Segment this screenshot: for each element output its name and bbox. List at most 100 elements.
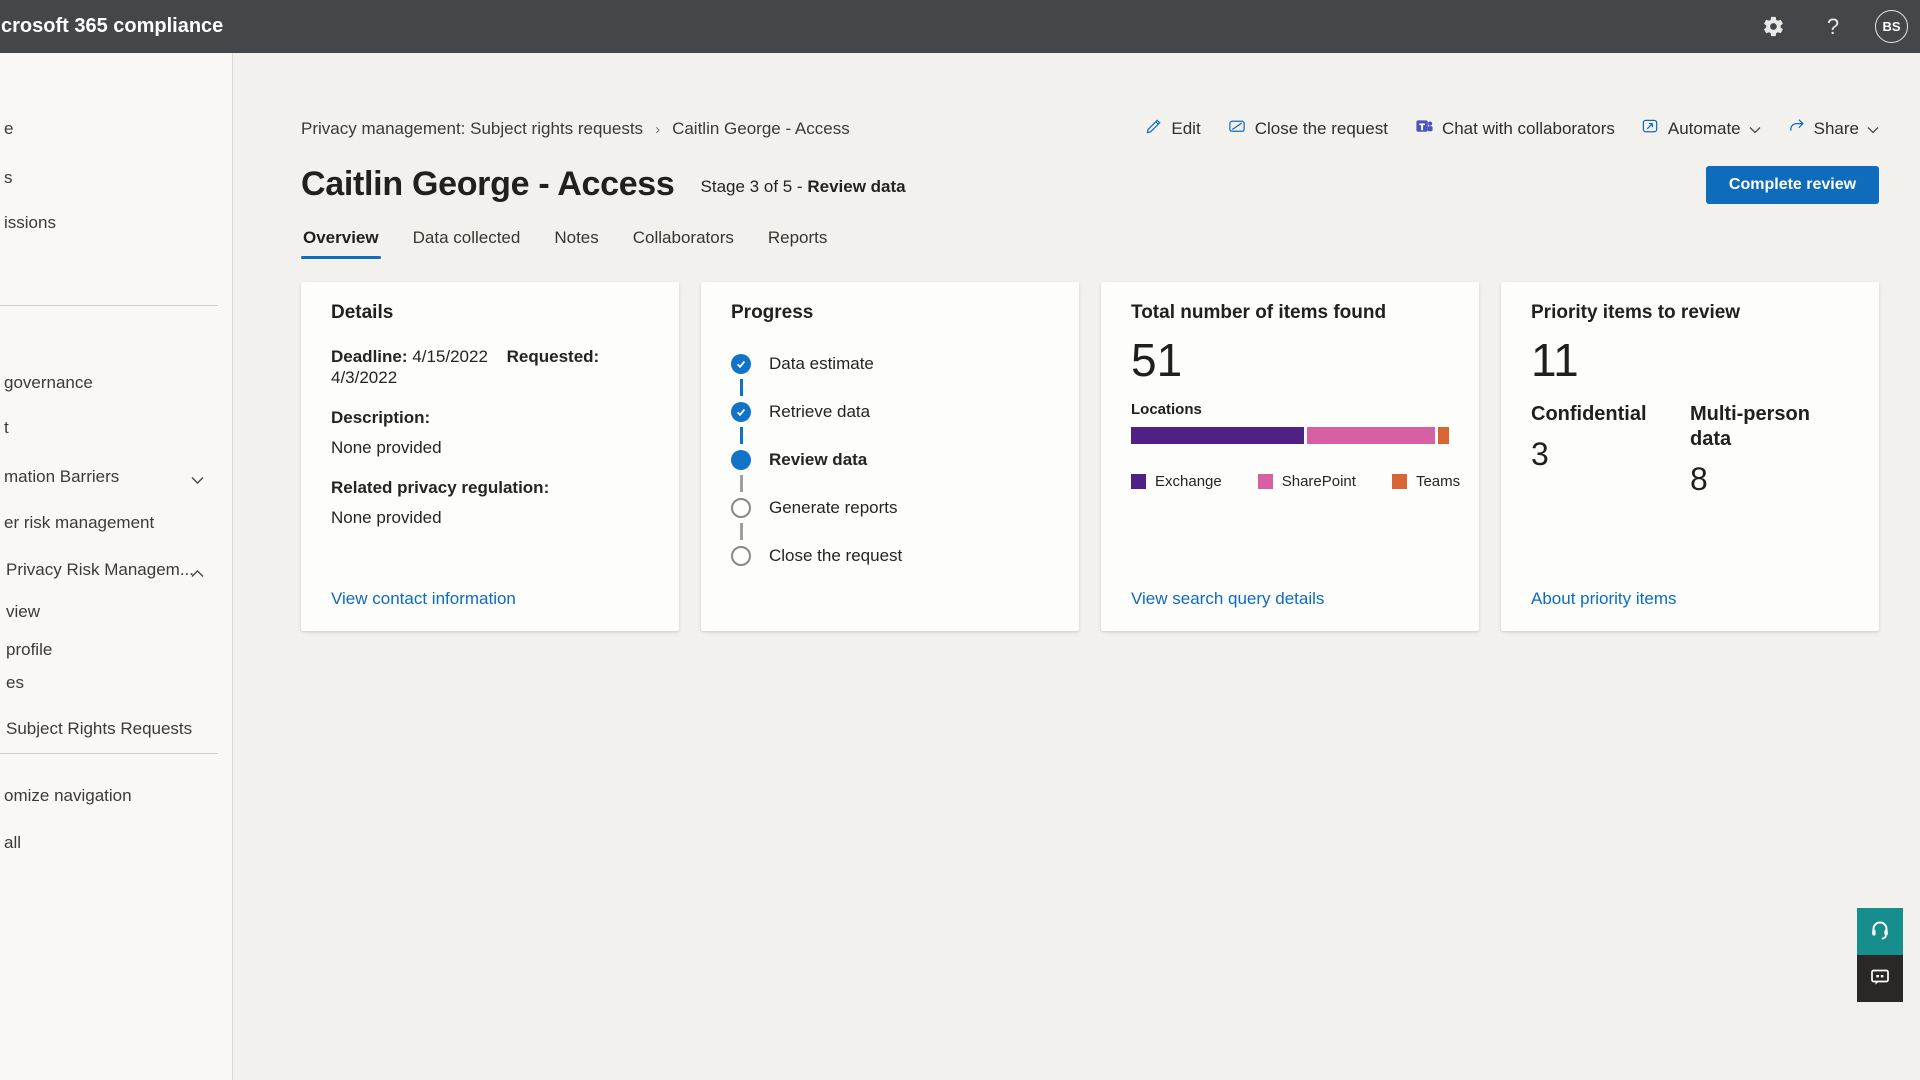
teams-icon [1414,117,1434,141]
sidebar-item-e[interactable]: e [4,119,224,139]
help-widget-button[interactable] [1857,908,1903,955]
sidebar-item-subject-rights-requests[interactable]: Subject Rights Requests [4,719,224,739]
details-card: Details Deadline: 4/15/2022 Requested: 4… [301,282,679,631]
confidential-value: 3 [1531,436,1690,472]
step-done-icon [731,354,751,374]
close-request-icon [1227,117,1247,141]
priority-card-title: Priority items to review [1531,302,1849,324]
step-close-the-request: Close the request [731,532,1049,580]
details-card-title: Details [331,302,649,324]
sidebar-item-t[interactable]: t [4,418,224,438]
complete-review-button[interactable]: Complete review [1706,166,1879,204]
tab-collaborators[interactable]: Collaborators [631,228,736,259]
about-priority-items-link[interactable]: About priority items [1531,589,1677,609]
multi-person-value: 8 [1690,461,1849,497]
items-found-total: 51 [1131,334,1449,386]
step-retrieve-data: Retrieve data [731,388,1049,436]
legend-item-teams: Teams [1392,473,1460,490]
feedback-chat-icon [1868,965,1892,992]
step-data-estimate: Data estimate [731,340,1049,388]
sidebar-divider [0,305,218,306]
chevron-up-icon [191,563,204,583]
sidebar-item-er-risk-management[interactable]: er risk management [4,513,224,533]
progress-stepper: Data estimate Retrieve data Review data [731,340,1049,580]
tab-overview[interactable]: Overview [301,228,381,259]
view-contact-information-link[interactable]: View contact information [331,589,516,609]
floating-widgets [1857,908,1903,1002]
sharepoint-swatch-icon [1258,474,1273,489]
breadcrumb-separator-icon: › [655,121,660,138]
sidebar: e s issions governance t mation Barriers… [0,53,233,1080]
automate-button[interactable]: Automate [1641,117,1761,141]
tab-notes[interactable]: Notes [552,228,600,259]
breadcrumb-parent[interactable]: Privacy management: Subject rights reque… [301,119,643,139]
locations-label: Locations [1131,401,1449,418]
edit-pencil-icon [1144,117,1163,141]
locations-legend: Exchange SharePoint Teams [1131,473,1449,490]
chevron-down-icon [1867,119,1879,139]
headset-icon [1868,918,1892,945]
step-done-icon [731,402,751,422]
bar-segment-exchange [1131,427,1304,444]
regulation-value: None provided [331,507,649,528]
items-found-card-title: Total number of items found [1131,302,1449,324]
description-label: Description: [331,407,649,428]
command-bar: Edit Close the request Chat with collabo… [1144,117,1879,141]
priority-col-multi-person: Multi-person data 8 [1690,402,1849,497]
main-content: Privacy management: Subject rights reque… [233,53,1920,1080]
chevron-down-icon [1749,119,1761,139]
view-search-query-details-link[interactable]: View search query details [1131,589,1324,609]
bar-segment-sharepoint [1307,427,1435,444]
chevron-down-icon [191,470,204,490]
step-review-data: Review data [731,436,1049,484]
step-todo-icon [731,498,751,518]
sidebar-item-omize-navigation[interactable]: omize navigation [4,786,224,806]
multi-person-label: Multi-person data [1690,402,1849,452]
sidebar-item-s[interactable]: s [4,168,224,188]
priority-total: 11 [1531,334,1849,386]
locations-stacked-bar [1131,427,1449,444]
feedback-widget-button[interactable] [1857,955,1903,1002]
close-request-button[interactable]: Close the request [1227,117,1388,141]
sidebar-item-mation-barriers[interactable]: mation Barriers [4,467,224,487]
content-area: e s issions governance t mation Barriers… [0,53,1920,1080]
teams-swatch-icon [1392,474,1407,489]
progress-card-title: Progress [731,302,1049,324]
edit-button[interactable]: Edit [1144,117,1200,141]
sidebar-item-all[interactable]: all [4,833,224,853]
exchange-swatch-icon [1131,474,1146,489]
breadcrumb: Privacy management: Subject rights reque… [301,119,850,139]
priority-col-confidential: Confidential 3 [1531,402,1690,497]
sidebar-item-view[interactable]: view [4,602,224,622]
sidebar-divider [0,753,218,754]
sidebar-item-profile[interactable]: profile [4,640,224,660]
step-generate-reports: Generate reports [731,484,1049,532]
settings-gear-icon[interactable] [1755,9,1791,45]
sidebar-item-governance[interactable]: governance [4,373,224,393]
app-title[interactable]: crosoft 365 compliance [0,15,223,38]
details-dates: Deadline: 4/15/2022 Requested: 4/3/2022 [331,346,649,388]
chat-collaborators-button[interactable]: Chat with collaborators [1414,117,1615,141]
avatar[interactable]: BS [1875,10,1908,43]
cards-row: Details Deadline: 4/15/2022 Requested: 4… [301,282,1879,631]
stage-indicator: Stage 3 of 5 - Review data [701,177,906,204]
regulation-label: Related privacy regulation: [331,477,649,498]
step-current-icon [731,450,751,470]
tab-reports[interactable]: Reports [766,228,830,259]
sidebar-item-issions[interactable]: issions [4,213,224,233]
screen: crosoft 365 compliance ? BS e s issions … [0,0,1920,1080]
legend-item-exchange: Exchange [1131,473,1222,490]
description-value: None provided [331,437,649,458]
help-icon[interactable]: ? [1815,9,1851,45]
page-title: Caitlin George - Access [301,164,675,204]
share-button[interactable]: Share [1787,117,1879,141]
automate-icon [1641,117,1660,141]
sidebar-item-privacy-risk-managem[interactable]: Privacy Risk Managem... [4,560,224,580]
step-todo-icon [731,546,751,566]
confidential-label: Confidential [1531,402,1690,427]
legend-item-sharepoint: SharePoint [1258,473,1356,490]
sidebar-item-es[interactable]: es [4,673,224,693]
items-found-card: Total number of items found 51 Locations… [1101,282,1479,631]
priority-breakdown: Confidential 3 Multi-person data 8 [1531,402,1849,497]
tab-data-collected[interactable]: Data collected [411,228,523,259]
